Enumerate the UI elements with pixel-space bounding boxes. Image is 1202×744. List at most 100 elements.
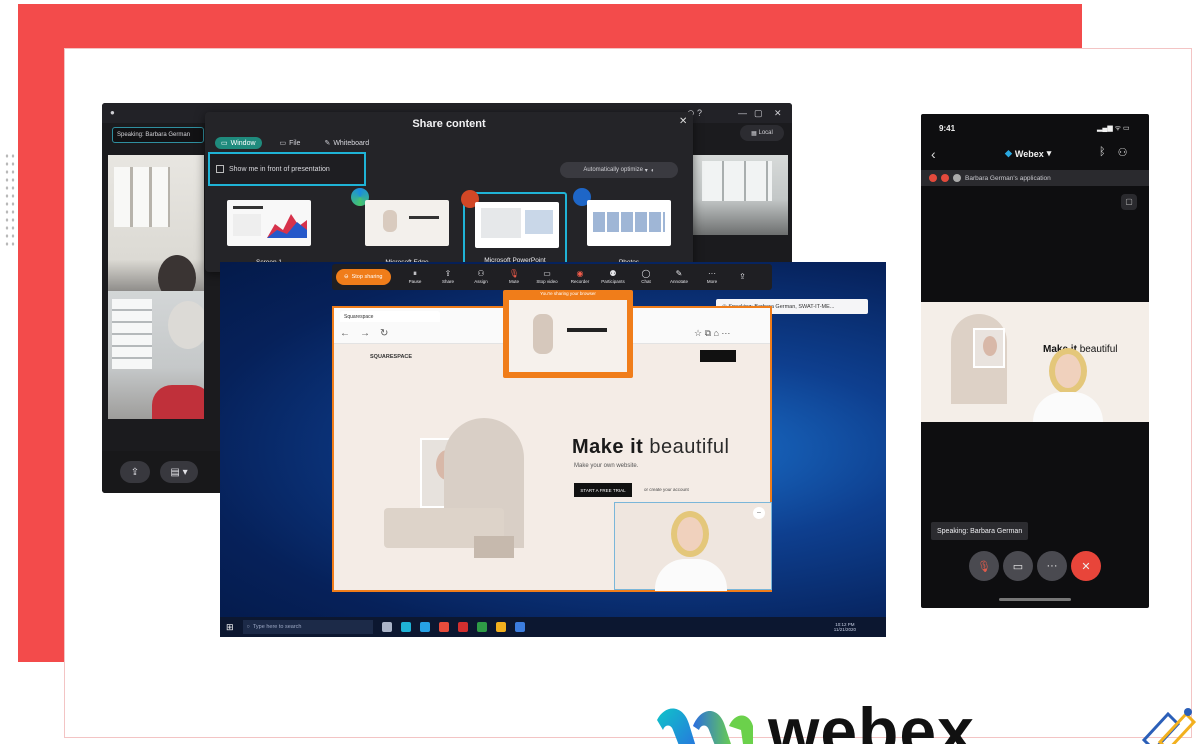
maximize-icon[interactable]: ▢ [754, 108, 763, 119]
tool-label: Participants [601, 279, 625, 284]
layout-button[interactable]: ▦ Local [740, 125, 784, 141]
presenter-shirt [1033, 392, 1103, 422]
webex-app-icon: ● [110, 108, 115, 117]
shared-app-banner: Barbara German's application [921, 170, 1149, 186]
video-icon: ▭ [543, 269, 551, 278]
participants-button[interactable]: ⚉ Participants [597, 269, 630, 285]
thumbnail-preview [365, 200, 449, 246]
show-me-option[interactable]: Show me in front of presentation [208, 152, 366, 186]
share-thumbnail-edge[interactable]: Microsoft Edge [351, 188, 459, 268]
browser-tab[interactable]: Squarespace [340, 311, 440, 322]
optimize-dropdown[interactable]: Automatically optimize ▾ ◐ [560, 162, 678, 178]
back-icon[interactable]: ← [340, 328, 350, 339]
more-icon: ··· [1046, 560, 1058, 572]
refresh-icon[interactable]: ↻ [380, 328, 388, 339]
annotate-button[interactable]: ✎ Annotate [663, 269, 696, 285]
leave-button[interactable]: ✕ [1071, 551, 1101, 581]
stop-icon[interactable] [929, 174, 937, 182]
share-content-dialog: Share content ✕ ▭ Window ▭ File ✎ Whiteboar… [205, 112, 693, 272]
thumbnail-preview [227, 200, 311, 246]
optimize-label: Automatically optimize [583, 167, 644, 173]
checkbox[interactable] [216, 165, 224, 173]
tool-label: Chat [641, 279, 651, 284]
video-button[interactable]: ▭ [1003, 551, 1033, 581]
site-brand[interactable]: SQUARESPACE [370, 354, 412, 360]
stop-icon: ⊖ [344, 274, 349, 280]
tab-file[interactable]: ▭ File [274, 137, 307, 149]
stop-video-button[interactable]: ▭ Stop video [531, 269, 564, 285]
bluetooth-icon[interactable]: ᛒ [1099, 146, 1106, 159]
mute-button[interactable]: 🎙 Mute [498, 270, 531, 285]
webex-taskbar-icon[interactable] [419, 622, 430, 632]
participant-avatar [168, 301, 204, 349]
share-thumbnail-screen[interactable]: Screen 1 [217, 192, 321, 268]
windows-taskbar: ⊞ ○ Type here to search 10:12 PM 11/21/202… [220, 617, 886, 637]
presenter-shirt [655, 559, 727, 591]
chevron-down-icon: ▾ [1046, 148, 1052, 158]
headline-light: beautiful [649, 436, 730, 458]
browser-menu-icons[interactable]: ☆ ⧉ ⌂ ⋯ [694, 328, 730, 339]
task-view-icon[interactable] [381, 622, 392, 632]
tool-label: Mute [508, 279, 519, 284]
close-icon[interactable]: ✕ [679, 116, 687, 127]
chrome-icon[interactable] [495, 622, 506, 632]
layout-icon: ▦ [751, 130, 759, 137]
assign-button[interactable]: ⚇ Assign [465, 270, 498, 285]
phone-status-icons: ▂▄▆ ᯤ ▭ [1097, 125, 1130, 132]
phone-header-actions: ᛒ ⚇ [1099, 146, 1127, 159]
create-account-link[interactable]: or create your account [644, 487, 689, 492]
window-icon: ▭ [221, 140, 228, 147]
close-icon: ✕ [1081, 560, 1091, 573]
show-me-label: Show me in front of presentation [229, 165, 330, 173]
acrobat-icon[interactable] [457, 622, 468, 632]
tab-whiteboard[interactable]: ✎ Whiteboard [318, 137, 375, 149]
sharing-toolbar: ⊖ Stop sharing ⏸ Pause ⇪ Share ⚇ Assign 🎙 Mut… [332, 264, 772, 290]
collapse-icon[interactable]: – [753, 507, 765, 519]
more-button[interactable]: ··· More [696, 270, 729, 285]
taskbar-clock: 10:12 PM 11/21/2020 [834, 622, 856, 632]
shared-content-view: Make it beautiful [921, 302, 1149, 422]
share-thumbnail-photos[interactable]: Photos [573, 188, 681, 268]
speaking-indicator: Speaking: Barbara German [112, 127, 204, 143]
chat-icon: ▤ ▾ [170, 466, 188, 478]
windows-start-icon[interactable]: ⊞ [226, 622, 234, 633]
minimize-icon[interactable]: — [738, 108, 747, 118]
recorder-button[interactable]: ◉ Recorder [564, 270, 597, 285]
share-button[interactable]: ⇪ [120, 461, 150, 483]
site-cta-small[interactable] [700, 350, 736, 362]
taskbar-search[interactable]: ○ Type here to search [242, 620, 373, 634]
participants-icon[interactable]: ⚇ [1118, 146, 1128, 159]
store-icon[interactable] [514, 622, 525, 632]
share-thumbnail-powerpoint[interactable]: Microsoft PowerPoint [461, 190, 567, 268]
tool-label: Stop video [536, 279, 558, 284]
presenter-face [1055, 354, 1081, 388]
meeting-title[interactable]: ◆ Webex ▾ [1005, 148, 1051, 159]
share-options-button[interactable]: ⇪ [729, 273, 757, 281]
pen-icon: ✎ [324, 140, 331, 147]
participants-icon: ⚉ [609, 269, 617, 278]
mute-button[interactable]: 🎙 [969, 551, 999, 581]
share-button[interactable]: ⇪ Share [432, 270, 465, 285]
participant-shirt [152, 385, 204, 419]
tab-window[interactable]: ▭ Window [215, 137, 262, 149]
self-preview-frame: You're sharing your browser [503, 290, 633, 378]
firefox-icon[interactable] [438, 622, 449, 632]
excel-icon[interactable] [476, 622, 487, 632]
shared-app-label: Barbara German's application [965, 174, 1051, 182]
layout-icon[interactable]: ▢ [1121, 194, 1137, 210]
annotate-icon: ✎ [675, 269, 683, 278]
webex-logo-mark [657, 708, 753, 744]
clock-date: 11/21/2020 [833, 627, 856, 632]
start-trial-button[interactable]: START A FREE TRIAL [574, 483, 632, 497]
chat-button[interactable]: ▤ ▾ [160, 461, 198, 483]
chat-button[interactable]: ◯ Chat [630, 270, 663, 285]
more-button[interactable]: ··· [1037, 551, 1067, 581]
close-icon[interactable]: ✕ [774, 108, 782, 119]
stop-sharing-button[interactable]: ⊖ Stop sharing [336, 269, 391, 285]
pause-button[interactable]: ⏸ Pause [399, 270, 432, 285]
video-icon: ▭ [1012, 560, 1024, 573]
forward-icon[interactable]: → [360, 328, 370, 339]
back-icon[interactable]: ‹ [931, 146, 936, 162]
chevron-down-icon: ▾ ◐ [643, 167, 655, 174]
edge-icon[interactable] [400, 622, 411, 632]
